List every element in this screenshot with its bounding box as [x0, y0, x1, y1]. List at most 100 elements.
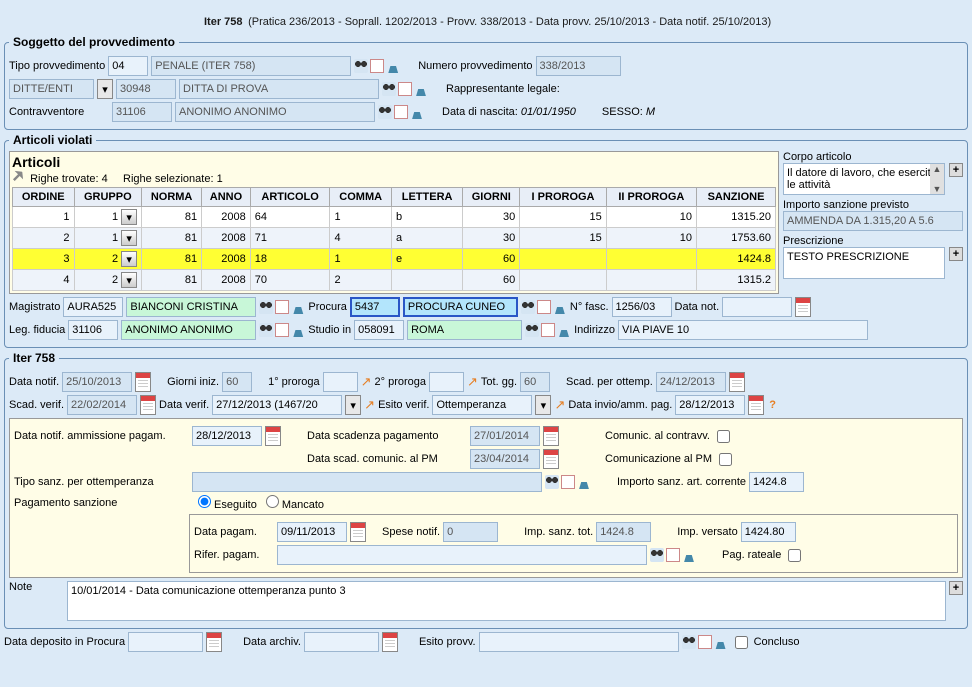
search-icon[interactable]: [521, 300, 535, 314]
datanot-input[interactable]: [722, 297, 792, 317]
compm-checkbox[interactable]: [719, 453, 732, 466]
col-header[interactable]: ARTICOLO: [250, 188, 330, 207]
person-icon[interactable]: [557, 323, 571, 337]
dropdown-icon[interactable]: ▾: [121, 209, 137, 225]
p1-input[interactable]: [323, 372, 358, 392]
col-header[interactable]: SANZIONE: [696, 188, 775, 207]
search-icon[interactable]: [650, 548, 664, 562]
dropdown-icon[interactable]: ▾: [345, 395, 361, 415]
search-icon[interactable]: [525, 323, 539, 337]
person-icon[interactable]: [291, 300, 305, 314]
comcontr-checkbox[interactable]: [717, 430, 730, 443]
dropdown-icon[interactable]: ▾: [121, 230, 137, 246]
tipo-provv-code[interactable]: [108, 56, 148, 76]
datanotif-amm-input[interactable]: [192, 426, 262, 446]
dropdown-icon[interactable]: ▾: [121, 272, 137, 288]
doc-icon[interactable]: [398, 82, 412, 96]
search-icon[interactable]: [382, 82, 396, 96]
calendar-icon[interactable]: [748, 395, 764, 415]
arrow-icon[interactable]: ↗: [361, 374, 372, 390]
doc-icon[interactable]: [561, 475, 575, 489]
col-header[interactable]: ORDINE: [13, 188, 75, 207]
col-header[interactable]: II PROROGA: [606, 188, 696, 207]
eseguito-radio[interactable]: [198, 495, 211, 508]
legfid-code[interactable]: [68, 320, 118, 340]
calendar-icon[interactable]: [729, 372, 745, 392]
corpo-text[interactable]: Il datore di lavoro, che esercita le att…: [783, 163, 945, 195]
person-icon[interactable]: [682, 548, 696, 562]
plus-button[interactable]: +: [949, 163, 963, 177]
doc-icon[interactable]: [275, 323, 289, 337]
concluso-checkbox[interactable]: [735, 636, 748, 649]
dropdown-icon[interactable]: ▾: [535, 395, 551, 415]
indirizzo-input[interactable]: [618, 320, 868, 340]
ditte-select[interactable]: [9, 79, 94, 99]
nfasc-input[interactable]: [612, 297, 672, 317]
person-icon[interactable]: [414, 82, 428, 96]
pagrat-checkbox[interactable]: [788, 549, 801, 562]
procura-name[interactable]: [403, 297, 518, 317]
calendar-icon[interactable]: [135, 372, 151, 392]
search-icon[interactable]: [259, 300, 273, 314]
arrow-icon[interactable]: ↗: [364, 397, 375, 413]
col-header[interactable]: COMMA: [330, 188, 392, 207]
calendar-icon[interactable]: [206, 632, 222, 652]
articoli-table[interactable]: ORDINEGRUPPONORMAANNOARTICOLOCOMMALETTER…: [12, 187, 776, 291]
col-header[interactable]: GRUPPO: [74, 188, 142, 207]
col-header[interactable]: I PROROGA: [520, 188, 606, 207]
dataverif-input[interactable]: [212, 395, 342, 415]
studio-name[interactable]: [407, 320, 522, 340]
p2-input[interactable]: [429, 372, 464, 392]
rifer-input[interactable]: [277, 545, 647, 565]
doc-icon[interactable]: [541, 323, 555, 337]
calendar-icon[interactable]: [265, 426, 281, 446]
calendar-icon[interactable]: [140, 395, 156, 415]
arch-input[interactable]: [304, 632, 379, 652]
person-icon[interactable]: [553, 300, 567, 314]
table-row[interactable]: 42▾812008702601315.2: [13, 270, 776, 291]
prescr-text[interactable]: TESTO PRESCRIZIONE: [783, 247, 945, 279]
calendar-icon[interactable]: [543, 449, 559, 469]
person-icon[interactable]: [577, 475, 591, 489]
table-row[interactable]: 32▾812008181e601424.8: [13, 249, 776, 270]
doc-icon[interactable]: [394, 105, 408, 119]
calendar-icon[interactable]: [795, 297, 811, 317]
plus-button[interactable]: +: [949, 247, 963, 261]
person-icon[interactable]: [410, 105, 424, 119]
impversato-input[interactable]: [741, 522, 796, 542]
procura-code[interactable]: [350, 297, 400, 317]
arrow-icon[interactable]: ↗: [467, 374, 478, 390]
dep-input[interactable]: [128, 632, 203, 652]
impsanz-input[interactable]: [749, 472, 804, 492]
col-header[interactable]: NORMA: [142, 188, 202, 207]
person-icon[interactable]: [714, 635, 728, 649]
doc-icon[interactable]: [370, 59, 384, 73]
datainvio-input[interactable]: [675, 395, 745, 415]
eseguito-radio-label[interactable]: Eseguito: [192, 495, 257, 511]
calendar-icon[interactable]: [543, 426, 559, 446]
magistrato-code[interactable]: [63, 297, 123, 317]
col-header[interactable]: GIORNI: [463, 188, 520, 207]
plus-button[interactable]: +: [949, 581, 963, 595]
table-row[interactable]: 21▾812008714a3015101753.60: [13, 228, 776, 249]
magistrato-name[interactable]: [126, 297, 256, 317]
arrow-icon[interactable]: ↗: [554, 397, 565, 413]
wrench-icon[interactable]: [10, 168, 27, 185]
esitoverif-input[interactable]: [432, 395, 532, 415]
search-icon[interactable]: [378, 105, 392, 119]
doc-icon[interactable]: [537, 300, 551, 314]
doc-icon[interactable]: [275, 300, 289, 314]
doc-icon[interactable]: [698, 635, 712, 649]
legfid-name[interactable]: [121, 320, 256, 340]
table-row[interactable]: 11▾812008641b3015101315.20: [13, 207, 776, 228]
col-header[interactable]: ANNO: [202, 188, 251, 207]
tiposanz-input[interactable]: [192, 472, 542, 492]
esitoprovv-input[interactable]: [479, 632, 679, 652]
studio-code[interactable]: [354, 320, 404, 340]
search-icon[interactable]: [682, 635, 696, 649]
col-header[interactable]: LETTERA: [391, 188, 462, 207]
search-icon[interactable]: [259, 323, 273, 337]
calendar-icon[interactable]: [350, 522, 366, 542]
help-icon[interactable]: ?: [769, 399, 776, 411]
mancato-radio[interactable]: [266, 495, 279, 508]
